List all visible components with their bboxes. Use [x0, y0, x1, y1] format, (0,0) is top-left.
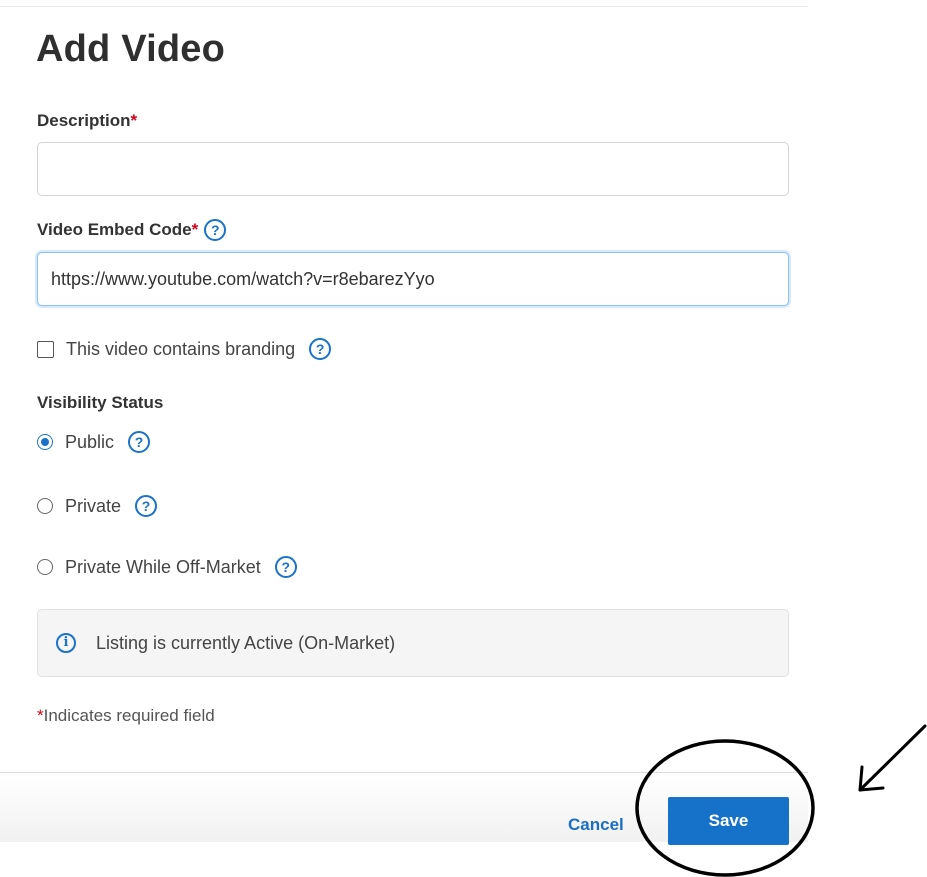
branding-row: This video contains branding ?	[37, 338, 332, 360]
annotation-arrowhead	[858, 765, 885, 792]
embed-code-help-icon[interactable]: ?	[204, 219, 227, 241]
required-field-note: *Indicates required field	[37, 706, 215, 726]
embed-code-input[interactable]	[37, 252, 789, 306]
info-icon: i	[56, 633, 76, 653]
top-divider	[0, 6, 808, 7]
description-label: Description*	[37, 111, 137, 131]
visibility-option-private-off-market[interactable]: Private While Off-Market ?	[37, 556, 297, 578]
public-radio[interactable]	[37, 434, 53, 450]
required-asterisk: *	[191, 220, 199, 239]
description-label-text: Description	[37, 111, 131, 130]
branding-help-icon[interactable]: ?	[309, 338, 332, 360]
embed-code-label: Video Embed Code * ?	[37, 219, 227, 241]
cancel-button[interactable]: Cancel	[568, 815, 624, 835]
visibility-status-label: Visibility Status	[37, 393, 164, 412]
required-asterisk: *	[130, 111, 138, 130]
listing-status-text: Listing is currently Active (On-Market)	[96, 632, 396, 653]
required-field-note-text: Indicates required field	[43, 706, 215, 725]
save-button[interactable]: Save	[668, 797, 789, 845]
visibility-option-private[interactable]: Private ?	[37, 495, 158, 517]
private-off-market-help-icon[interactable]: ?	[274, 556, 297, 578]
public-help-icon[interactable]: ?	[128, 431, 151, 453]
branding-checkbox[interactable]	[37, 340, 54, 358]
embed-code-label-text: Video Embed Code	[37, 220, 192, 239]
private-off-market-label: Private While Off-Market	[65, 556, 261, 577]
required-asterisk: *	[37, 706, 44, 725]
description-input[interactable]	[37, 142, 789, 196]
branding-label: This video contains branding	[66, 338, 296, 359]
visibility-option-public[interactable]: Public ?	[37, 431, 151, 453]
private-radio[interactable]	[37, 498, 53, 514]
public-label: Public	[65, 431, 115, 452]
page-title: Add Video	[36, 28, 225, 70]
private-label: Private	[65, 495, 122, 516]
private-help-icon[interactable]: ?	[135, 495, 158, 517]
listing-status-info-box: i Listing is currently Active (On-Market…	[37, 609, 789, 677]
private-off-market-radio[interactable]	[37, 559, 53, 575]
annotation-arrow	[858, 724, 927, 792]
